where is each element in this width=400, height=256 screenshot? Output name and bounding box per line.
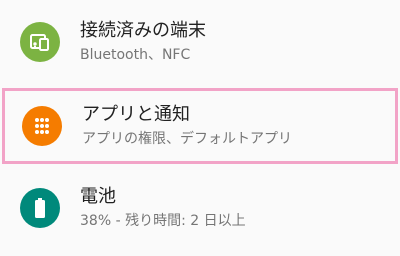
settings-item-title: 電池 bbox=[80, 186, 116, 207]
settings-item-title: アプリと通知 bbox=[82, 104, 190, 125]
settings-item-subtitle: アプリの権限、デフォルトアプリ bbox=[82, 131, 292, 147]
settings-item-apps-notifications[interactable]: アプリと通知 アプリの権限、デフォルトアプリ bbox=[2, 88, 398, 164]
apps-grid-icon bbox=[22, 106, 62, 146]
connected-devices-icon bbox=[20, 22, 60, 62]
settings-item-subtitle: Bluetooth、NFC bbox=[80, 47, 191, 63]
settings-item-title: 接続済みの端末 bbox=[80, 20, 206, 41]
settings-item-battery[interactable]: 電池 38% - 残り時間: 2 日以上 bbox=[0, 176, 400, 240]
settings-item-subtitle: 38% - 残り時間: 2 日以上 bbox=[80, 213, 246, 229]
settings-item-connected-devices[interactable]: 接続済みの端末 Bluetooth、NFC bbox=[0, 10, 400, 74]
battery-icon bbox=[20, 188, 60, 228]
